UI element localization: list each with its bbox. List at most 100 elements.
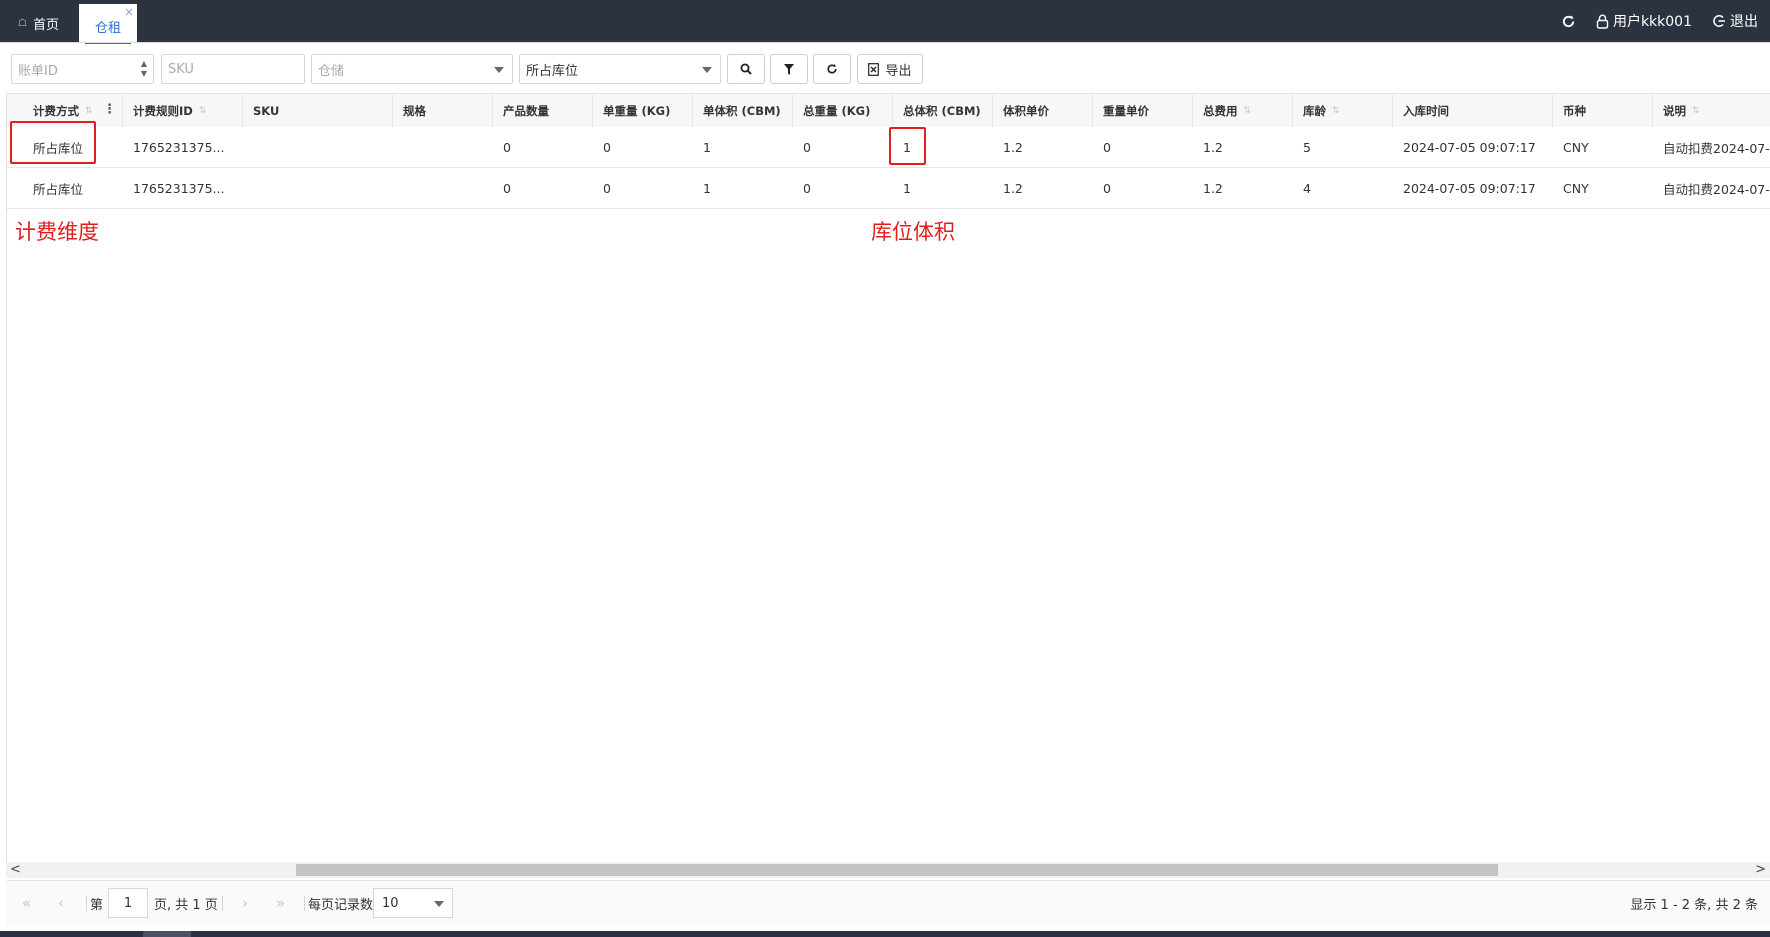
column-header[interactable]: 库龄 ⇅	[1293, 94, 1393, 127]
table-row[interactable]: 所占库位 1765231375... 0 0 1 0 1 1.2 0 1.2 4…	[7, 168, 1770, 209]
first-page-icon[interactable]: «	[22, 881, 31, 925]
refresh-icon[interactable]	[1561, 14, 1576, 29]
billing-mode-value: 所占库位	[526, 63, 579, 79]
tab-warehouse-rent[interactable]: 仓租 ×	[79, 4, 137, 44]
next-page-icon[interactable]: ›	[242, 881, 248, 925]
column-header[interactable]: 计费规则ID ⇅	[123, 94, 243, 127]
highlight-box	[10, 121, 96, 164]
per-page-value: 10	[382, 895, 399, 911]
table-cell: 0	[1103, 180, 1111, 196]
column-header[interactable]: 入库时间	[1393, 94, 1553, 127]
table-cell	[393, 127, 493, 167]
data-grid: 计费方式 ⇅ ⋮ 计费规则ID ⇅ SKU 规格 产品数量 单重量 (KG) 单体积 …	[6, 93, 1770, 863]
logout-button[interactable]: 退出	[1712, 11, 1758, 31]
user-menu[interactable]: 用户kkk001	[1596, 11, 1692, 31]
annotation-location-volume: 库位体积	[871, 220, 955, 244]
column-header[interactable]: SKU	[243, 94, 393, 127]
table-cell: CNY	[1563, 180, 1589, 196]
column-header[interactable]: 规格	[393, 94, 493, 127]
column-header[interactable]: 总费用 ⇅	[1193, 94, 1293, 127]
table-cell: 1.2	[1203, 139, 1223, 155]
column-header[interactable]: 体积单价	[993, 94, 1093, 127]
page-suffix: 页, 共 1 页	[154, 897, 218, 913]
column-header[interactable]: 币种	[1553, 94, 1653, 127]
table-cell	[243, 127, 393, 167]
table-cell: 自动扣费2024-07-	[1663, 181, 1770, 197]
sort-icon[interactable]: ⇅	[1692, 106, 1700, 116]
table-cell: 1765231375...	[133, 180, 225, 196]
home-icon: ☖	[18, 17, 27, 29]
stepper-icon[interactable]: ▲ ▼	[141, 59, 147, 79]
column-header[interactable]: 总重量 (KG)	[793, 94, 893, 127]
tab-home[interactable]: ☖ 首页	[8, 4, 69, 42]
top-nav-bar: ☖ 首页 仓租 × 用户kkk001 退出	[0, 0, 1770, 44]
user-area: 用户kkk001 退出	[1561, 0, 1758, 42]
table-cell: 1765231375...	[133, 139, 225, 155]
sort-icon[interactable]: ⇅	[1332, 106, 1340, 116]
sort-icon[interactable]: ⇅	[1244, 106, 1252, 116]
sku-input[interactable]: SKU	[161, 54, 305, 84]
export-button[interactable]: 导出	[857, 54, 923, 84]
chevron-down-icon	[702, 67, 712, 73]
per-page-select[interactable]: 10	[373, 888, 453, 918]
table-cell: 1	[903, 180, 911, 196]
user-lock-icon	[1596, 14, 1609, 29]
divider	[0, 42, 1770, 43]
warehouse-placeholder: 仓储	[318, 63, 345, 79]
table-cell: 1.2	[1003, 139, 1023, 155]
table-cell: 1.2	[1203, 180, 1223, 196]
table-cell: 0	[803, 139, 811, 155]
page-prefix: 第	[90, 897, 104, 913]
refresh-icon	[827, 64, 837, 74]
annotation-billing-dimension: 计费维度	[15, 220, 99, 244]
reset-button[interactable]	[813, 54, 851, 84]
scroll-right-icon[interactable]: >	[1755, 862, 1766, 878]
sku-placeholder: SKU	[168, 61, 194, 77]
chevron-down-icon	[494, 67, 504, 73]
chevron-down-icon	[434, 901, 444, 907]
billing-mode-select[interactable]: 所占库位	[519, 54, 721, 84]
divider	[304, 896, 305, 911]
column-header[interactable]: 单重量 (KG)	[593, 94, 693, 127]
table-cell: 2024-07-05 09:07:17	[1403, 139, 1536, 155]
sort-icon[interactable]: ⇅	[85, 106, 93, 116]
column-menu-icon[interactable]: ⋮	[103, 103, 116, 117]
table-cell: 0	[603, 180, 611, 196]
horizontal-scrollbar[interactable]: < >	[6, 862, 1770, 878]
bill-id-input[interactable]: 账单ID ▲ ▼	[11, 54, 154, 84]
last-page-icon[interactable]: »	[276, 881, 285, 925]
divider	[222, 896, 223, 911]
user-name: 用户kkk001	[1612, 14, 1692, 30]
table-cell: 0	[503, 139, 511, 155]
scroll-left-icon[interactable]: <	[10, 862, 21, 878]
logout-icon	[1713, 15, 1725, 27]
filter-button[interactable]	[770, 54, 808, 84]
search-icon	[740, 63, 752, 75]
table-cell	[393, 168, 493, 208]
warehouse-select[interactable]: 仓储	[311, 54, 513, 84]
column-header[interactable]: 重量单价	[1093, 94, 1193, 127]
column-header[interactable]: 总体积 (CBM)	[893, 94, 993, 127]
table-cell: 自动扣费2024-07-	[1663, 140, 1770, 156]
table-cell: 4	[1303, 180, 1311, 196]
column-header[interactable]: 产品数量	[493, 94, 593, 127]
close-icon[interactable]: ×	[124, 6, 134, 18]
sort-icon[interactable]: ⇅	[199, 106, 207, 116]
scrollbar-thumb[interactable]	[296, 864, 1498, 876]
bill-id-placeholder: 账单ID	[18, 63, 58, 79]
table-cell	[243, 168, 393, 208]
per-page-label: 每页记录数	[308, 897, 374, 913]
column-header[interactable]: 说明 ⇅	[1653, 94, 1770, 127]
table-cell: 1	[703, 139, 711, 155]
logout-label: 退出	[1730, 14, 1758, 30]
taskbar-strip	[0, 931, 1770, 937]
table-cell: CNY	[1563, 139, 1589, 155]
prev-page-icon[interactable]: ‹	[58, 881, 64, 925]
column-header[interactable]: 单体积 (CBM)	[693, 94, 793, 127]
table-cell: 0	[503, 180, 511, 196]
search-button[interactable]	[727, 54, 765, 84]
page-number-input[interactable]: 1	[108, 888, 148, 918]
excel-file-icon	[868, 62, 880, 76]
taskbar-item	[143, 931, 191, 937]
divider	[86, 896, 87, 911]
